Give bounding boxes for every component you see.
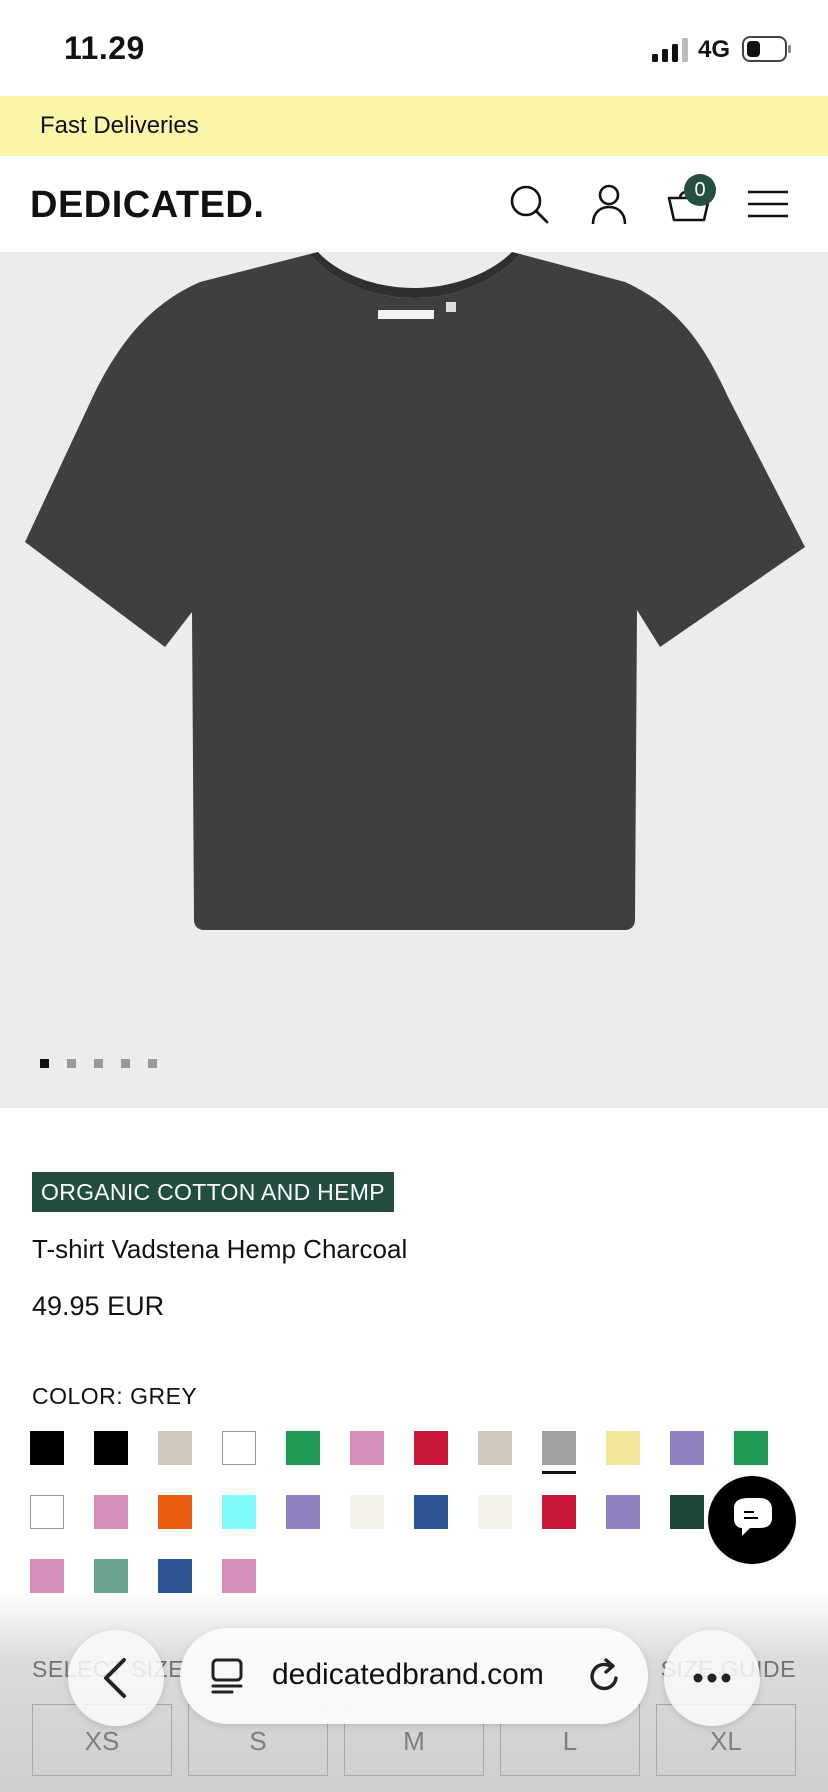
more-icon [693,1673,731,1683]
color-swatch[interactable] [222,1431,256,1465]
color-swatch[interactable] [158,1559,192,1593]
battery-icon [742,36,791,62]
chat-icon [734,1498,772,1536]
address-bar[interactable]: dedicatedbrand.com [180,1628,648,1724]
chat-button[interactable] [708,1476,796,1564]
url-text: dedicatedbrand.com [272,1658,544,1691]
color-swatch[interactable] [286,1495,320,1529]
color-swatch[interactable] [414,1495,448,1529]
search-icon[interactable] [505,180,553,228]
color-swatch[interactable] [222,1495,256,1529]
color-swatch[interactable] [30,1431,64,1465]
color-swatch[interactable] [542,1495,576,1529]
tabs-icon[interactable] [210,1656,246,1696]
status-time: 11.29 [64,30,145,66]
color-swatch[interactable] [670,1495,704,1529]
color-swatch[interactable] [158,1431,192,1465]
tshirt-illustration [25,252,805,930]
gallery-dot[interactable] [67,1059,76,1068]
promo-banner: Fast Deliveries [0,96,828,156]
cart-count-badge: 0 [684,174,716,206]
gallery-dot[interactable] [94,1059,103,1068]
back-button[interactable] [68,1630,164,1726]
site-header: DEDICATED. 0 [0,156,828,252]
color-swatch[interactable] [734,1431,768,1465]
gallery-dot[interactable] [121,1059,130,1068]
reload-icon[interactable] [584,1656,624,1696]
product-image[interactable] [0,252,828,1108]
back-icon [104,1658,126,1698]
color-swatch[interactable] [222,1559,256,1593]
signal-icon [652,38,688,62]
product-price: 49.95 EUR [32,1291,165,1321]
color-label: COLOR: GREY [32,1383,198,1409]
color-swatch[interactable] [542,1431,576,1465]
more-button[interactable] [664,1630,760,1726]
gallery-dot[interactable] [40,1059,49,1068]
color-swatch[interactable] [478,1431,512,1465]
color-swatch[interactable] [606,1431,640,1465]
color-swatch[interactable] [414,1431,448,1465]
color-swatch[interactable] [670,1431,704,1465]
color-swatch[interactable] [158,1495,192,1529]
color-swatch[interactable] [30,1495,64,1529]
account-icon[interactable] [585,180,633,228]
color-swatch[interactable] [30,1559,64,1593]
color-swatch[interactable] [606,1495,640,1529]
product-title: T-shirt Vadstena Hemp Charcoal [32,1234,408,1264]
selected-swatch-indicator [542,1471,576,1474]
menu-icon[interactable] [744,180,792,228]
color-swatch[interactable] [286,1431,320,1465]
color-swatch[interactable] [94,1559,128,1593]
material-badge: ORGANIC COTTON AND HEMP [32,1172,394,1212]
color-swatch[interactable] [94,1495,128,1529]
brand-logo[interactable]: DEDICATED. [30,184,264,227]
promo-text: Fast Deliveries [40,112,199,139]
gallery-dot[interactable] [148,1059,157,1068]
color-swatch[interactable] [94,1431,128,1465]
color-swatch[interactable] [350,1495,384,1529]
gallery-dots [40,1059,157,1068]
status-bar: 11.29 4G [0,0,828,96]
network-type: 4G [698,36,731,63]
color-swatch[interactable] [350,1431,384,1465]
color-swatch[interactable] [478,1495,512,1529]
